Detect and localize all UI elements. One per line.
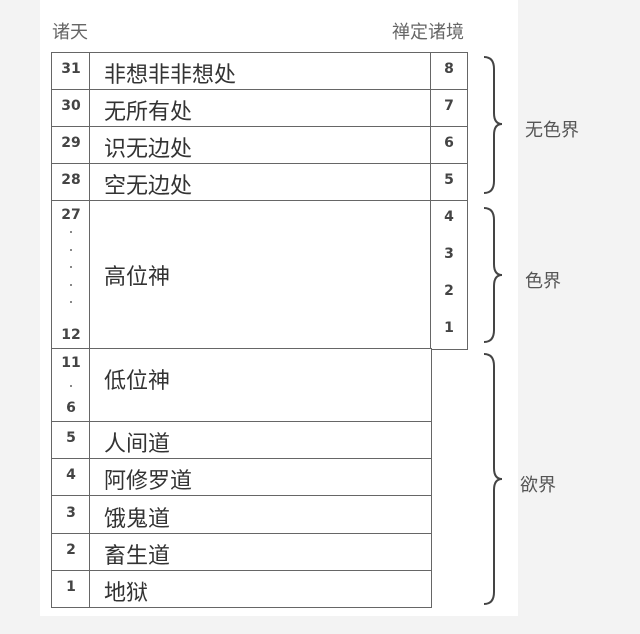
header-meditation: 禅定诸境: [392, 22, 464, 43]
row-name: 高位神: [104, 265, 171, 290]
meditation-level: 8: [444, 61, 454, 78]
row-name-cell: 高位神: [89, 200, 432, 350]
row-name: 饿鬼道: [104, 506, 171, 532]
row-number-cell: 31: [51, 52, 91, 91]
brace-form: [483, 207, 503, 343]
row-number: 31: [61, 61, 81, 78]
ellipsis-dot: [70, 283, 72, 286]
row-name-cell: 无所有处: [89, 89, 432, 128]
row-number-cell: 11 6: [51, 348, 91, 423]
row-name-cell: 空无边处: [89, 163, 432, 202]
row-number: 2: [66, 542, 76, 559]
row-number-cell: 1: [51, 570, 91, 608]
row-number-cell: 3: [51, 495, 91, 535]
ellipsis-dot: [70, 301, 72, 303]
row-name: 非想非非想处: [104, 63, 237, 89]
row-name: 人间道: [104, 432, 171, 458]
header-heavens: 诸天: [52, 22, 88, 43]
meditation-cell: 8: [430, 52, 468, 91]
row-name: 阿修罗道: [104, 469, 193, 495]
ellipsis-dot: [70, 385, 72, 388]
row-number: 28: [61, 172, 81, 189]
row-number: 5: [66, 430, 76, 447]
row-name: 无所有处: [104, 100, 193, 126]
row-name-cell: 非想非非想处: [89, 52, 432, 91]
ellipsis-dot: [70, 231, 72, 233]
row-name-cell: 人间道: [89, 421, 432, 460]
row-number-cell: 29: [51, 126, 91, 165]
row-number-cell: 5: [51, 421, 91, 460]
row-name: 识无边处: [104, 137, 193, 163]
row-number: 29: [61, 135, 81, 152]
row-number-cell: 28: [51, 163, 91, 202]
row-name-cell: 畜生道: [89, 533, 432, 572]
brace-desire: [483, 353, 503, 605]
row-name: 地狱: [104, 580, 149, 606]
row-number-top: 27: [61, 207, 81, 223]
row-number: 3: [66, 504, 76, 521]
row-number-cell: 27 12: [51, 200, 91, 350]
row-name-cell: 地狱: [89, 570, 432, 608]
meditation-cell: 5: [430, 163, 468, 202]
realm-desire-label: 欲界: [520, 475, 556, 496]
meditation-level: 1: [444, 320, 454, 336]
row-number-cell: 4: [51, 458, 91, 497]
row-name-cell: 识无边处: [89, 126, 432, 165]
row-name: 空无边处: [104, 174, 193, 200]
row-number-bottom: 6: [66, 399, 76, 416]
meditation-cell: 6: [430, 126, 468, 165]
row-number: 30: [61, 98, 81, 115]
row-number-bottom: 12: [61, 326, 81, 343]
row-name-cell: 低位神: [89, 348, 432, 423]
ellipsis-dot: [70, 266, 72, 268]
meditation-level: 2: [444, 283, 454, 299]
meditation-level: 3: [444, 246, 454, 262]
meditation-level: 7: [444, 98, 454, 115]
row-number: 1: [66, 578, 76, 595]
row-name: 畜生道: [104, 544, 171, 570]
brace-formless: [483, 56, 503, 194]
row-name-cell: 饿鬼道: [89, 495, 432, 535]
row-name-cell: 阿修罗道: [89, 458, 432, 497]
realm-form-label: 色界: [525, 271, 561, 292]
meditation-level: 5: [444, 172, 454, 189]
row-number-cell: 30: [51, 89, 91, 128]
meditation-cell: 7: [430, 89, 468, 128]
row-name: 低位神: [104, 369, 171, 394]
realm-formless-label: 无色界: [525, 120, 579, 141]
ellipsis-dot: [70, 248, 72, 251]
row-number-top: 11: [61, 355, 81, 371]
meditation-cell: 4 3 2 1: [430, 200, 468, 350]
meditation-level: 6: [444, 135, 454, 152]
row-number-cell: 2: [51, 533, 91, 572]
row-number: 4: [66, 467, 76, 484]
meditation-level: 4: [444, 209, 454, 225]
